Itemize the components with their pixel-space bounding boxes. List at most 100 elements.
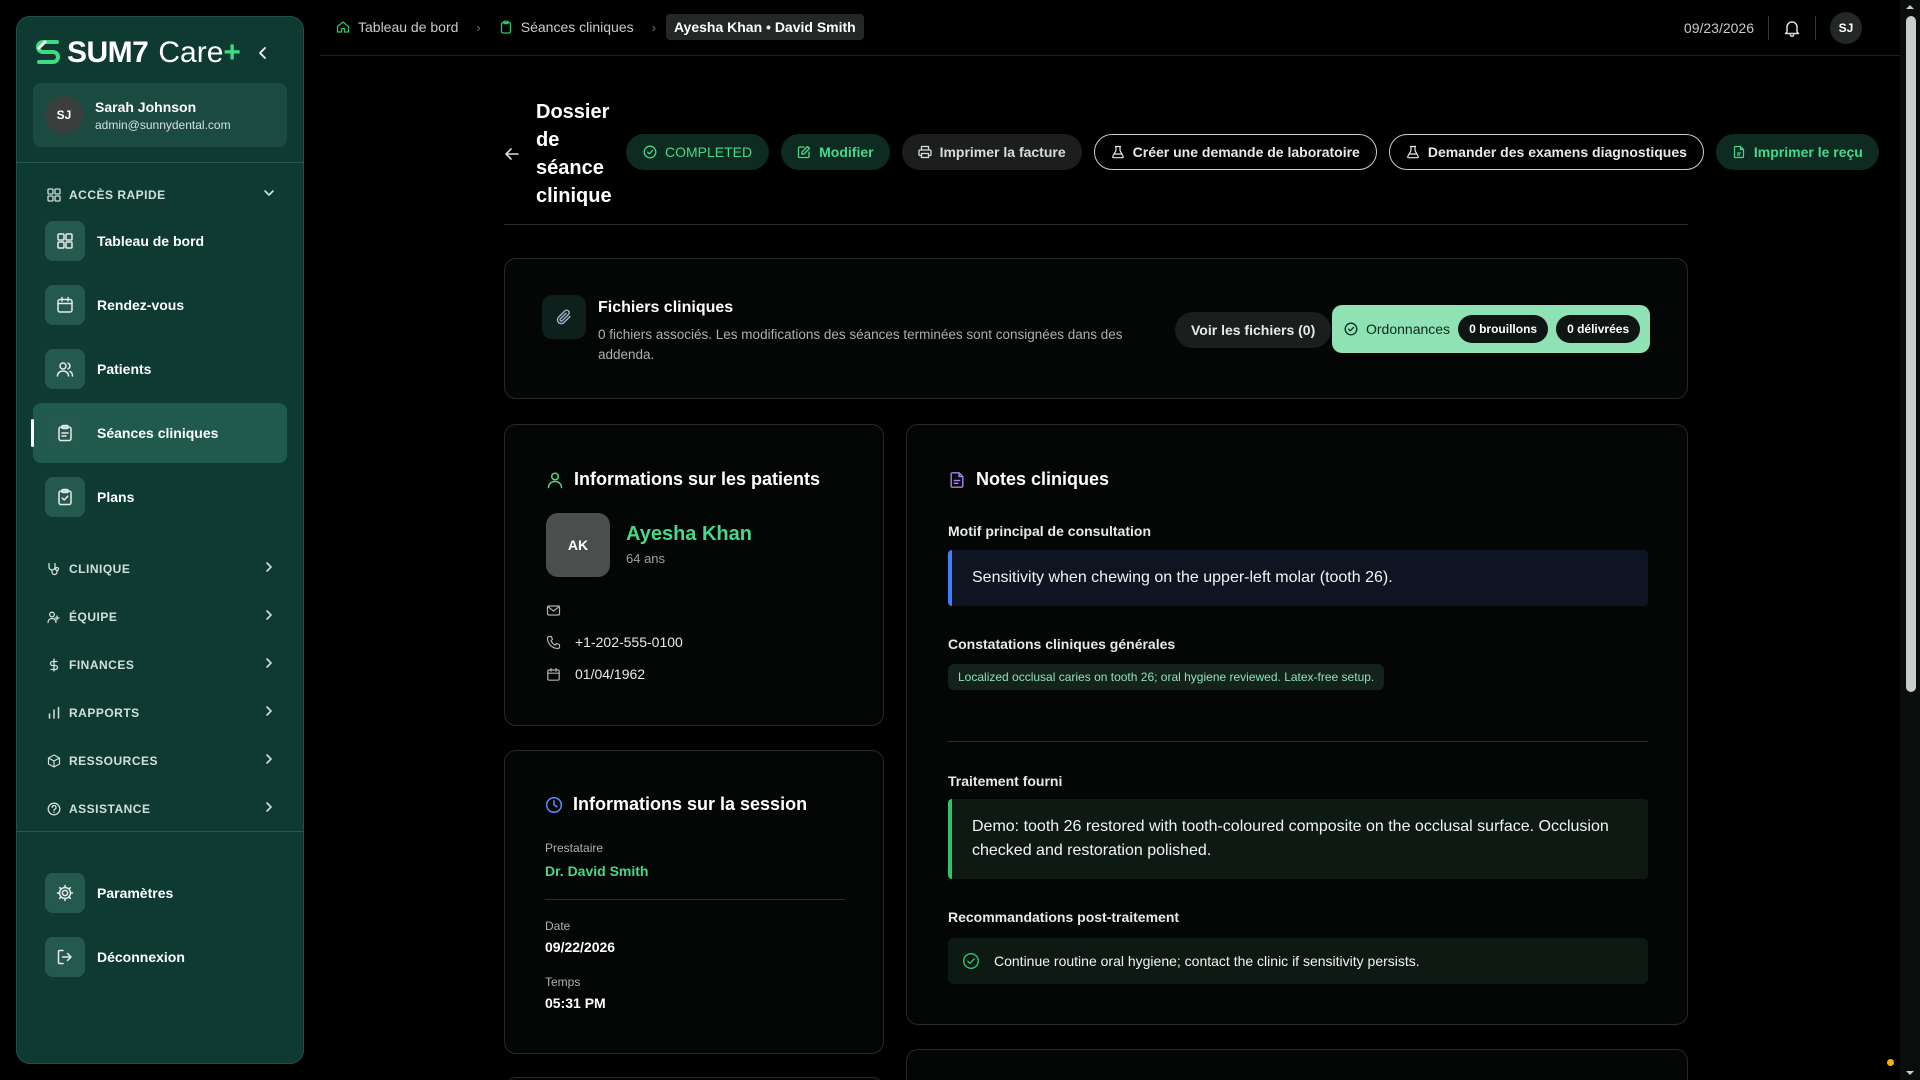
session-time-label: Temps: [545, 975, 581, 989]
chevron-right-icon: [266, 754, 272, 764]
scroll-up-icon[interactable]: [1905, 2, 1915, 12]
topbar-divider: [1815, 16, 1816, 40]
clipboard-check-icon: [45, 477, 85, 517]
logo-s-icon: [36, 40, 60, 64]
provider-label: Prestataire: [545, 841, 604, 855]
collapse-sidebar-button[interactable]: [251, 41, 275, 65]
sidebar-section-resources[interactable]: RESSOURCES: [47, 751, 275, 771]
sidebar-item-dashboard[interactable]: Tableau de bord: [33, 211, 287, 271]
breadcrumb: Tableau de bord › Séances cliniques › Ay…: [328, 14, 864, 40]
session-info-heading: Informations sur la session: [545, 794, 807, 815]
recommendations-label: Recommandations post-traitement: [948, 909, 1180, 925]
sidebar-item-plans[interactable]: Plans: [33, 467, 287, 527]
scroll-down-icon[interactable]: [1905, 1068, 1915, 1078]
clinical-notes-heading: Notes cliniques: [948, 469, 1109, 490]
patient-info-card: Informations sur les patients AK Ayesha …: [504, 424, 884, 726]
document-icon: [950, 471, 964, 488]
sidebar-section-assistance[interactable]: ASSISTANCE: [47, 799, 275, 819]
create-lab-request-label: Créer une demande de laboratoire: [1132, 144, 1360, 160]
print-receipt-button[interactable]: Imprimer le reçu: [1715, 134, 1879, 170]
sidebar-section-label: RESSOURCES: [69, 754, 159, 768]
patient-age: 64 ans: [626, 551, 666, 566]
print-invoice-label: Imprimer la facture: [939, 144, 1066, 160]
user-card[interactable]: SJ Sarah Johnson admin@sunnydental.com: [33, 83, 287, 147]
clock-icon: [545, 796, 563, 813]
brand: SUM7 Care+: [35, 33, 285, 73]
patient-phone-row: +1-202-555-0100: [546, 634, 683, 650]
quick-access-label: ACCÈS RAPIDE: [69, 188, 166, 202]
sidebar-item-clinical-sessions[interactable]: Séances cliniques: [31, 403, 287, 463]
team-icon: [47, 611, 60, 624]
bell-icon: [1784, 21, 1800, 37]
breadcrumb-label: Tableau de bord: [358, 19, 459, 35]
user-email: admin@sunnydental.com: [95, 117, 231, 132]
patient-dob: 01/04/1962: [575, 666, 646, 682]
brand-plus: +: [223, 36, 241, 69]
patient-info-heading: Informations sur les patients: [546, 469, 820, 490]
check-circle-icon: [643, 145, 657, 159]
user-menu-avatar[interactable]: SJ: [1830, 12, 1862, 44]
status-dot: [1887, 1059, 1894, 1066]
prescriptions-button[interactable]: Ordonnances 0 brouillons 0 délivrées: [1332, 305, 1651, 353]
sidebar-section-finances[interactable]: FINANCES: [47, 655, 275, 675]
sidebar-section-label: RAPPORTS: [69, 706, 140, 720]
page-title: Dossier de séance clinique: [536, 101, 612, 207]
chief-complaint-text: Sensitivity when chewing on the upper-le…: [972, 569, 1393, 586]
users-icon: [45, 349, 85, 389]
sidebar-divider: [17, 831, 303, 832]
session-time-value: 05:31 PM: [545, 995, 606, 1011]
sidebar-section-reports[interactable]: RAPPORTS: [47, 703, 275, 723]
brand-product-text: Care: [158, 36, 224, 69]
calendar-icon: [547, 667, 560, 681]
request-diagnostics-button[interactable]: Demander des examens diagnostiques: [1388, 134, 1704, 170]
sidebar-item-patients[interactable]: Patients: [33, 339, 287, 399]
breadcrumb-clinical-sessions[interactable]: Séances cliniques: [491, 14, 642, 40]
patient-email-row: [546, 603, 575, 618]
chief-complaint-label: Motif principal de consultation: [948, 523, 1151, 539]
clipboard-icon: [500, 20, 511, 34]
scrollbar-thumb[interactable]: [1906, 16, 1916, 692]
sidebar-item-logout[interactable]: Déconnexion: [33, 927, 287, 987]
sidebar-item-settings[interactable]: Paramètres: [33, 863, 287, 923]
patient-phone: +1-202-555-0100: [575, 634, 683, 650]
grid-icon: [47, 188, 61, 202]
drafts-count-badge: 0 brouillons: [1458, 315, 1549, 343]
chevron-right-icon: [266, 610, 272, 620]
create-lab-request-button[interactable]: Créer une demande de laboratoire: [1093, 134, 1377, 170]
calendar-icon: [45, 285, 85, 325]
patient-dob-row: 01/04/1962: [546, 666, 645, 682]
edit-button[interactable]: Modifier: [781, 134, 890, 170]
clinical-notes-title: Notes cliniques: [976, 469, 1110, 489]
findings-label: Constatations cliniques générales: [948, 636, 1176, 652]
brand-logo[interactable]: SUM7 Care+: [35, 36, 241, 70]
logout-icon: [45, 937, 85, 977]
breadcrumb-separator: ›: [476, 19, 481, 35]
treatment-box: Demo: tooth 26 restored with tooth-colou…: [948, 799, 1648, 879]
chevron-right-icon: [266, 658, 272, 668]
patient-name[interactable]: Ayesha Khan: [626, 523, 752, 546]
session-info-card: Informations sur la session Prestataire …: [504, 750, 884, 1054]
sidebar-item-appointments[interactable]: Rendez-vous: [33, 275, 287, 335]
sidebar-item-label: Rendez-vous: [97, 297, 185, 313]
edit-button-label: Modifier: [819, 144, 874, 160]
prescriptions-label: Ordonnances: [1366, 321, 1451, 337]
print-invoice-button[interactable]: Imprimer la facture: [901, 134, 1082, 170]
sidebar-section-team[interactable]: ÉQUIPE: [47, 607, 275, 627]
provider-value[interactable]: Dr. David Smith: [545, 863, 648, 879]
flask-icon: [1111, 145, 1124, 159]
notifications-button[interactable]: [1783, 19, 1801, 37]
breadcrumb-label: Séances cliniques: [520, 19, 634, 35]
sidebar-section-clinic[interactable]: CLINIQUE: [47, 559, 275, 579]
view-files-button[interactable]: Voir les fichiers (0): [1175, 312, 1332, 348]
recommendation-text: Continue routine oral hygiene; contact t…: [994, 953, 1420, 969]
user-name: Sarah Johnson: [95, 98, 197, 115]
back-button[interactable]: [504, 140, 520, 168]
breadcrumb-dashboard[interactable]: Tableau de bord: [328, 14, 466, 40]
page-scrollbar[interactable]: [1900, 0, 1920, 1080]
quick-access-toggle[interactable]: ACCÈS RAPIDE: [47, 185, 275, 205]
stethoscope-icon: [48, 562, 60, 576]
chevron-down-icon: [264, 190, 274, 196]
dashboard-icon: [45, 221, 85, 261]
printer-icon: [917, 145, 932, 159]
chevron-left-icon: [259, 47, 266, 59]
